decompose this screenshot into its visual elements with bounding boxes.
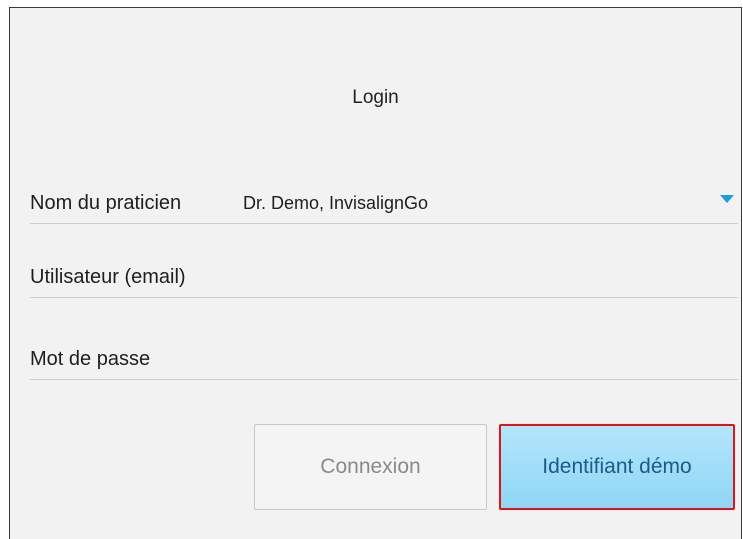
chevron-down-icon[interactable] bbox=[720, 195, 734, 203]
password-label: Mot de passe bbox=[30, 348, 151, 370]
email-field[interactable]: Utilisateur (email) bbox=[30, 257, 738, 298]
practitioner-value: Dr. Demo, InvisalignGo bbox=[243, 193, 429, 213]
password-field[interactable]: Mot de passe bbox=[30, 339, 738, 380]
demo-login-button[interactable]: Identifiant démo bbox=[499, 424, 735, 510]
page-title: Login bbox=[352, 87, 399, 108]
login-panel: Login Nom du praticien Dr. Demo, Invisal… bbox=[9, 7, 742, 539]
email-label: Utilisateur (email) bbox=[30, 266, 186, 288]
practitioner-select[interactable]: Nom du praticien Dr. Demo, InvisalignGo bbox=[30, 183, 738, 224]
connexion-button[interactable]: Connexion bbox=[254, 424, 487, 510]
practitioner-label: Nom du praticien bbox=[30, 192, 182, 214]
